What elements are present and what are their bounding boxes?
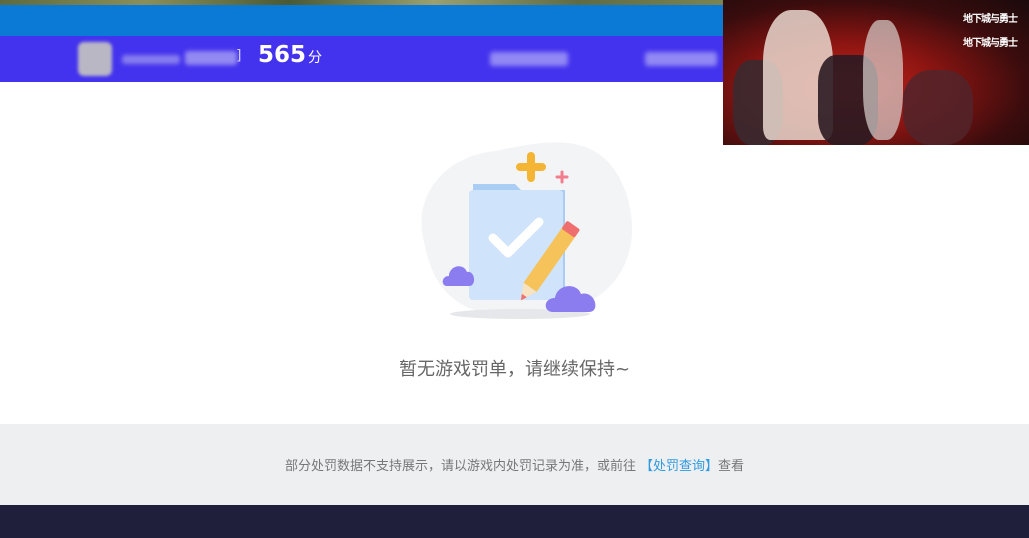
footer [0,505,1029,538]
blurred-account-tag [185,51,237,65]
blurred-nav-item[interactable] [645,52,717,66]
ad-logo: 地下城与勇士 [963,14,1018,25]
blurred-username [122,55,180,64]
notice-text: 部分处罚数据不支持展示，请以游戏内处罚记录为准，或前往 [284,459,636,474]
score-unit: 分 [308,50,323,66]
empty-state-message: 暂无游戏罚单，请继续保持~ [398,359,631,380]
penalty-query-link[interactable]: 【处罚查询】 [640,455,718,474]
notice-band: 部分处罚数据不支持展示，请以游戏内处罚记录为准，或前往 【处罚查询】 查看 [0,424,1029,505]
bracket-close: ] [236,48,242,64]
notice-tail: 查看 [718,459,745,474]
game-ad-banner[interactable]: 地下城与勇士 地下城与勇士 [723,0,1029,145]
empty-state-illustration [421,142,633,319]
credit-score: 565 分 [258,42,322,68]
ad-character [903,70,973,145]
avatar [78,42,112,76]
ad-logo: 地下城与勇士 [963,38,1018,49]
score-value: 565 [258,42,307,68]
blurred-nav-item[interactable] [490,52,568,66]
ad-character [863,20,903,140]
top-nav-bar [0,5,723,36]
